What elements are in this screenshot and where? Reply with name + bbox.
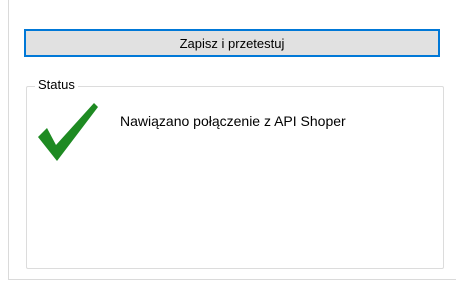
settings-window: Zapisz i przetestuj Status Nawiązano poł… xyxy=(0,0,456,287)
checkmark-icon xyxy=(38,103,98,161)
save-and-test-button[interactable]: Zapisz i przetestuj xyxy=(24,29,440,57)
status-message: Nawiązano połączenie z API Shoper xyxy=(120,113,346,129)
status-group-label: Status xyxy=(35,77,78,93)
save-and-test-label: Zapisz i przetestuj xyxy=(179,35,285,51)
